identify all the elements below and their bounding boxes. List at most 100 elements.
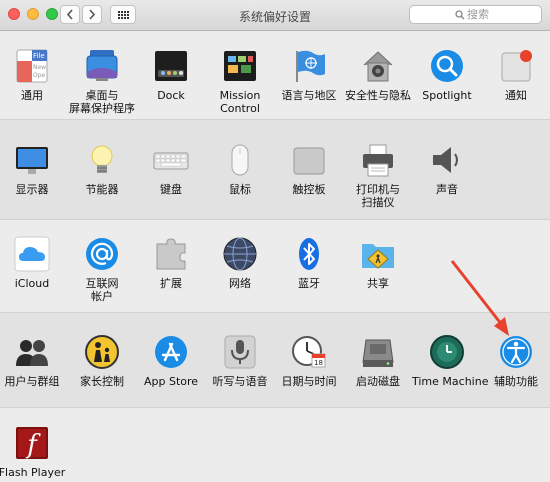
pane-language-region[interactable]: 语言与地区 xyxy=(274,48,344,102)
pane-flash-player[interactable]: f Flash Player xyxy=(0,425,67,479)
pane-startup-disk[interactable]: 启动磁盘 xyxy=(343,334,413,388)
notifications-icon xyxy=(498,48,534,84)
grid-icon xyxy=(117,10,129,19)
pane-label: 通知 xyxy=(505,89,527,102)
pane-sound[interactable]: 声音 xyxy=(412,142,482,196)
display-icon xyxy=(14,142,50,178)
sharing-folder-icon xyxy=(360,236,396,272)
pane-label: Spotlight xyxy=(422,89,472,102)
house-icon xyxy=(360,48,396,84)
bluetooth-icon xyxy=(291,236,327,272)
general-icon: File New Ope xyxy=(14,48,50,84)
forward-button[interactable] xyxy=(82,5,102,24)
microphone-icon xyxy=(222,334,258,370)
keyboard-icon xyxy=(153,142,189,178)
row-hardware: 显示器 节能器 键盘 鼠标 触控板 打印机与 扫描仪 声音 xyxy=(0,119,550,220)
pane-internet-accounts[interactable]: 互联网 帐户 xyxy=(67,236,137,303)
pane-label: 蓝牙 xyxy=(298,277,320,290)
row-personal: File New Ope 通用 桌面与 屏幕保护程序 Dock Mission … xyxy=(0,31,550,119)
time-machine-icon xyxy=(429,334,465,370)
light-bulb-icon xyxy=(84,142,120,178)
pane-label: 声音 xyxy=(436,183,458,196)
flag-icon xyxy=(291,48,327,84)
desktop-screensaver-icon xyxy=(84,48,120,84)
accessibility-icon xyxy=(498,334,534,370)
printer-icon xyxy=(360,142,396,178)
pane-notifications[interactable]: 通知 xyxy=(481,48,550,102)
search-field[interactable] xyxy=(409,5,542,24)
pane-label: 互联网 帐户 xyxy=(85,277,119,303)
svg-text:File: File xyxy=(33,52,45,60)
pane-mission-control[interactable]: Mission Control xyxy=(205,48,275,115)
at-sign-icon xyxy=(84,236,120,272)
parental-controls-icon xyxy=(84,334,120,370)
users-icon xyxy=(14,334,50,370)
pane-label: 用户与群组 xyxy=(4,375,60,388)
pane-mouse[interactable]: 鼠标 xyxy=(205,142,275,196)
puzzle-piece-icon xyxy=(153,236,189,272)
svg-text:18: 18 xyxy=(314,359,323,367)
pane-label: 日期与时间 xyxy=(281,375,337,388)
back-button[interactable] xyxy=(60,5,80,24)
pane-energy-saver[interactable]: 节能器 xyxy=(67,142,137,196)
pane-network[interactable]: 网络 xyxy=(205,236,275,290)
zoom-button[interactable] xyxy=(46,8,58,20)
svg-text:Ope: Ope xyxy=(33,72,46,79)
pane-icloud[interactable]: iCloud xyxy=(0,236,67,290)
app-store-icon xyxy=(153,334,189,370)
mission-control-icon xyxy=(222,48,258,84)
pane-accessibility[interactable]: 辅助功能 xyxy=(481,334,550,388)
pane-label: 扩展 xyxy=(160,277,182,290)
show-all-button[interactable] xyxy=(110,5,136,24)
pane-time-machine[interactable]: Time Machine xyxy=(412,334,489,388)
close-button[interactable] xyxy=(8,8,20,20)
dock-icon xyxy=(153,48,189,84)
pane-label: Time Machine xyxy=(412,375,489,388)
pane-label: 节能器 xyxy=(85,183,119,196)
pane-users-groups[interactable]: 用户与群组 xyxy=(0,334,67,388)
pane-general[interactable]: File New Ope 通用 xyxy=(0,48,67,102)
pane-label: 共享 xyxy=(367,277,389,290)
pane-app-store[interactable]: App Store xyxy=(136,334,206,388)
minimize-button[interactable] xyxy=(27,8,39,20)
pane-security-privacy[interactable]: 安全性与隐私 xyxy=(343,48,413,102)
row-other: f Flash Player xyxy=(0,408,550,482)
pane-label: 安全性与隐私 xyxy=(345,89,411,102)
row-internet: iCloud 互联网 帐户 扩展 网络 蓝牙 共享 xyxy=(0,220,550,312)
pane-date-time[interactable]: 18 日期与时间 xyxy=(274,334,344,388)
pane-dictation-speech[interactable]: 听写与语音 xyxy=(205,334,275,388)
pane-label: 鼠标 xyxy=(229,183,251,196)
flash-player-icon: f xyxy=(14,425,50,461)
svg-text:New: New xyxy=(33,64,46,71)
pane-label: iCloud xyxy=(14,277,50,290)
row-system: 用户与群组 家长控制 App Store 听写与语音 18 日期与时间 启动磁盘… xyxy=(0,312,550,408)
pane-label: 桌面与 屏幕保护程序 xyxy=(69,89,135,115)
globe-icon xyxy=(222,236,258,272)
pane-trackpad[interactable]: 触控板 xyxy=(274,142,344,196)
pane-extensions[interactable]: 扩展 xyxy=(136,236,206,290)
pane-label: 网络 xyxy=(229,277,251,290)
pane-label: 听写与语音 xyxy=(212,375,268,388)
pane-dock[interactable]: Dock xyxy=(136,48,206,102)
system-preferences-window: 系统偏好设置 File New Ope 通用 xyxy=(0,0,550,482)
speaker-icon xyxy=(429,142,465,178)
pane-parental-controls[interactable]: 家长控制 xyxy=(67,334,137,388)
pane-label: 家长控制 xyxy=(80,375,124,388)
hard-drive-icon xyxy=(360,334,396,370)
trackpad-icon xyxy=(291,142,327,178)
pane-label: App Store xyxy=(143,375,199,388)
pane-desktop-screensaver[interactable]: 桌面与 屏幕保护程序 xyxy=(67,48,137,115)
pane-bluetooth[interactable]: 蓝牙 xyxy=(274,236,344,290)
pane-label: 辅助功能 xyxy=(494,375,538,388)
pane-label: 启动磁盘 xyxy=(356,375,400,388)
pane-label: 键盘 xyxy=(160,183,182,196)
pane-label: 触控板 xyxy=(292,183,326,196)
search-input[interactable] xyxy=(467,7,537,22)
pane-sharing[interactable]: 共享 xyxy=(343,236,413,290)
search-icon xyxy=(455,10,465,20)
pane-printers-scanners[interactable]: 打印机与 扫描仪 xyxy=(343,142,413,209)
clock-calendar-icon: 18 xyxy=(291,334,327,370)
pane-displays[interactable]: 显示器 xyxy=(0,142,67,196)
pane-keyboard[interactable]: 键盘 xyxy=(136,142,206,196)
pane-spotlight[interactable]: Spotlight xyxy=(412,48,482,102)
